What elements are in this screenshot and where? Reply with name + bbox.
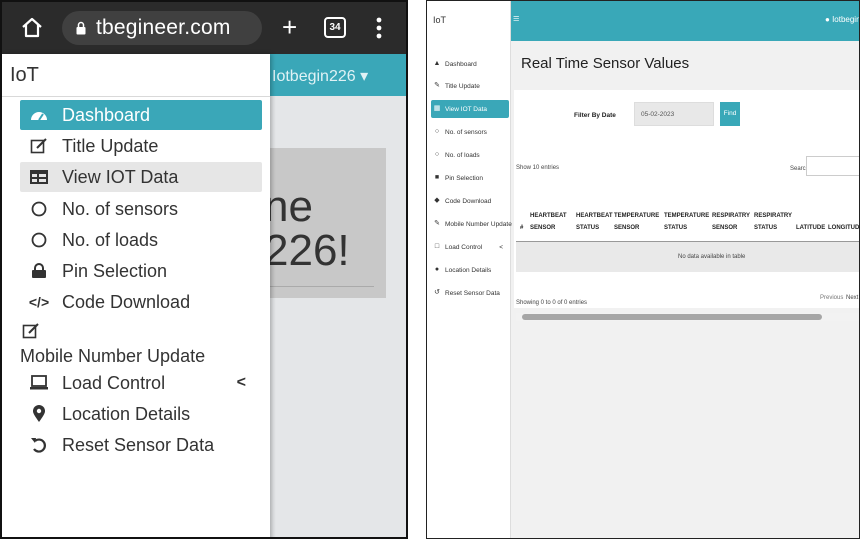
column-header[interactable]: # xyxy=(520,222,523,234)
desktop-brand-area: IoT xyxy=(427,1,511,41)
divider xyxy=(264,286,374,287)
circle-icon xyxy=(30,200,48,218)
phone-screenshot: tbegineer.com + 34 Iotbegin226 ▾ ne 226!… xyxy=(0,0,408,539)
sidebar-item-no-of-loads[interactable]: ○ No. of loads xyxy=(431,146,509,164)
edit-icon xyxy=(22,322,40,340)
map-marker-icon xyxy=(30,405,48,423)
sidebar-item-dashboard[interactable]: ▲ Dashboard xyxy=(431,55,509,73)
edit-icon: ✎ xyxy=(434,82,440,89)
column-header[interactable]: LATITUDE xyxy=(796,222,825,234)
sensor-data-panel: Filter By Date 05-02-2023 Find Show 10 e… xyxy=(514,90,859,321)
sidebar-item-mobile-number-update[interactable]: ✎ Mobile Number Update xyxy=(431,215,512,233)
circle-icon: ○ xyxy=(434,151,440,158)
column-header[interactable]: TEMPERATURE SENSOR xyxy=(614,210,660,234)
previous-page-button[interactable]: Previous xyxy=(820,295,843,301)
chevron-left-icon: < xyxy=(499,243,503,251)
browser-toolbar: tbegineer.com + 34 xyxy=(2,2,406,54)
desktop-sidebar: ▲ Dashboard ✎ Title Update ▦ View IOT Data … xyxy=(427,41,512,538)
column-header[interactable]: TEMPERATURE STATUS xyxy=(664,210,709,234)
scrollbar-thumb[interactable] xyxy=(522,314,822,320)
horizontal-scrollbar[interactable] xyxy=(516,313,859,321)
sidebar-item-no-of-sensors[interactable]: ○ No. of sensors xyxy=(431,123,509,141)
menu-item-load-control[interactable]: Load Control < xyxy=(20,368,262,398)
lock-icon: ■ xyxy=(434,174,440,181)
sidebar-item-location-details[interactable]: ● Location Details xyxy=(431,261,509,279)
dashboard-icon xyxy=(30,106,48,124)
desktop-screenshot: ≡ ● Iotbegin226 IoT ▲Dashboard ✎Title Up… xyxy=(426,0,860,539)
circle-icon xyxy=(30,231,48,249)
code-icon: </> xyxy=(28,294,50,310)
lock-icon xyxy=(30,262,48,280)
table-icon: ▦ xyxy=(433,105,441,112)
sidebar-item-reset-sensor-data[interactable]: ↺ Reset Sensor Data xyxy=(431,284,509,302)
chevron-left-icon: < xyxy=(236,374,246,391)
menu-item-code-download[interactable]: </> Code Download xyxy=(20,287,262,317)
empty-table-message: No data available in table xyxy=(678,254,746,260)
lock-icon xyxy=(76,21,86,35)
welcome-text-line2: 226! xyxy=(264,226,350,275)
column-header[interactable]: RESPIRATRY STATUS xyxy=(754,210,792,234)
code-icon: ◆ xyxy=(434,197,440,204)
desktop-user-menu[interactable]: ● Iotbegin226 xyxy=(825,15,859,24)
undo-icon: ↺ xyxy=(434,289,440,296)
menu-item-dashboard[interactable]: Dashboard xyxy=(20,100,262,130)
new-tab-icon[interactable]: + xyxy=(282,14,297,40)
menu-item-location-details[interactable]: Location Details xyxy=(20,399,262,429)
menu-item-no-of-loads[interactable]: No. of loads xyxy=(20,225,262,255)
welcome-text-line1: ne xyxy=(264,182,313,231)
sidebar-item-view-iot-data[interactable]: ▦ View IOT Data xyxy=(431,100,509,118)
edit-icon xyxy=(30,137,48,155)
circle-icon: ○ xyxy=(434,128,440,135)
column-header[interactable]: HEARTBEAT SENSOR xyxy=(530,210,567,234)
table-icon xyxy=(30,168,48,186)
edit-icon: ✎ xyxy=(434,220,440,227)
menu-item-pin-selection[interactable]: Pin Selection xyxy=(20,256,262,286)
column-header[interactable]: LONGITUDE xyxy=(828,222,859,234)
desktop-brand: IoT xyxy=(433,15,447,25)
url-text: tbegineer.com xyxy=(96,16,231,39)
undo-icon xyxy=(30,436,48,454)
search-input[interactable] xyxy=(806,156,859,176)
dashboard-icon: ▲ xyxy=(433,60,441,67)
date-input[interactable]: 05-02-2023 xyxy=(634,102,714,126)
menu-item-mobile-number-update[interactable]: Mobile Number Update xyxy=(20,322,262,368)
tab-switcher-button[interactable]: 34 xyxy=(324,17,346,38)
column-header[interactable]: HEARTBEAT STATUS xyxy=(576,210,613,234)
sidebar-item-pin-selection[interactable]: ■ Pin Selection xyxy=(431,169,509,187)
sidebar-item-title-update[interactable]: ✎ Title Update xyxy=(431,77,509,95)
laptop-icon xyxy=(30,374,48,392)
header-user-menu[interactable]: Iotbegin226 ▾ xyxy=(272,66,368,86)
more-menu-icon[interactable] xyxy=(376,16,382,40)
menu-item-view-iot-data[interactable]: View IOT Data xyxy=(20,162,262,192)
divider xyxy=(2,96,270,97)
next-page-button[interactable]: Next xyxy=(846,295,858,301)
home-icon[interactable] xyxy=(20,16,44,40)
table-info: Showing 0 to 0 of 0 entries xyxy=(516,300,588,306)
nav-drawer: IoT Dashboard Title Update View IOT Data… xyxy=(2,54,270,537)
hamburger-icon[interactable]: ≡ xyxy=(513,13,519,25)
map-marker-icon: ● xyxy=(434,266,440,273)
table-row: No data available in table xyxy=(516,242,859,272)
menu-item-no-of-sensors[interactable]: No. of sensors xyxy=(20,194,262,224)
menu-item-title-update[interactable]: Title Update xyxy=(20,131,262,161)
menu-item-reset-sensor-data[interactable]: Reset Sensor Data xyxy=(20,430,262,460)
url-bar[interactable]: tbegineer.com xyxy=(62,11,262,45)
column-header[interactable]: RESPIRATRY SENSOR xyxy=(712,210,750,234)
sensor-table: # HEARTBEAT SENSOR HEARTBEAT STATUS TEMP… xyxy=(516,194,859,272)
find-button[interactable]: Find xyxy=(720,102,740,126)
welcome-card: ne 226! xyxy=(264,148,386,298)
entries-length-select[interactable]: Show 10 entries xyxy=(516,165,559,171)
sidebar-item-code-download[interactable]: ◆ Code Download xyxy=(431,192,509,210)
drawer-brand: IoT xyxy=(10,64,39,86)
sidebar-item-load-control[interactable]: □ Load Control < xyxy=(431,238,509,256)
filter-label: Filter By Date xyxy=(574,112,616,119)
page-title: Real Time Sensor Values xyxy=(521,55,690,72)
laptop-icon: □ xyxy=(434,243,440,250)
